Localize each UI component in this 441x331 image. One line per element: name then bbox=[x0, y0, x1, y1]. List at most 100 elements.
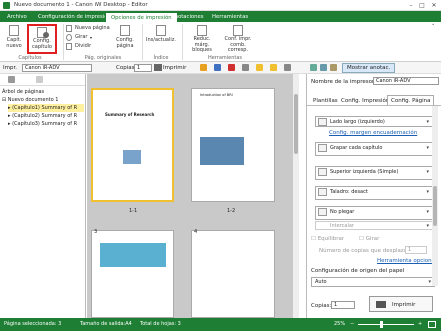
ribbon: Capít. nuevo Config. capítulo Capítulos … bbox=[0, 22, 441, 62]
maximize-button[interactable]: □ bbox=[417, 1, 427, 10]
chevron-down-icon: ▾ bbox=[426, 145, 429, 151]
settings-tab-plantillas[interactable]: Plantillas bbox=[313, 98, 338, 104]
tab-config-impresion[interactable]: Configuración de impresión bbox=[33, 12, 116, 22]
tree-root[interactable]: ⊟ Nuevo documento 1 bbox=[2, 96, 58, 104]
binding-select[interactable]: Lado largo (izquierdo) ▾ bbox=[315, 116, 433, 127]
tab-anotaciones[interactable]: Anotaciones bbox=[166, 12, 209, 22]
zoom-level: 25% bbox=[334, 321, 346, 327]
new-chapter-button[interactable]: Capít. nuevo bbox=[3, 24, 25, 50]
page-number: 4 bbox=[194, 229, 198, 235]
config-page-icon bbox=[120, 25, 130, 36]
binding-margin-link[interactable]: Config. margen encuadernación bbox=[329, 130, 417, 136]
window-title: Nuevo documento 1 - Canon iW Desktop - E… bbox=[14, 2, 148, 8]
fold-select[interactable]: No plegar ▾ bbox=[315, 206, 433, 220]
print-toolbar: Impr. Canon iR-ADV Copias 1 Imprimir bbox=[0, 62, 306, 74]
tree-chapter-3[interactable]: ▸ (Capítulo3) Summary of R bbox=[8, 120, 77, 128]
page-thumbnail-4[interactable]: 4 bbox=[191, 229, 275, 318]
icon-b[interactable] bbox=[320, 64, 327, 71]
page-photo-image bbox=[200, 137, 244, 165]
page-icon[interactable] bbox=[36, 76, 43, 83]
page-view: Summary of Research 1-1 Introduction of … bbox=[87, 74, 299, 318]
page-thumbnail-3[interactable]: 3 bbox=[91, 229, 174, 318]
rotate-button[interactable]: Girar ▾ bbox=[66, 34, 106, 42]
paper-source-select[interactable]: Auto ▾ bbox=[311, 277, 435, 287]
paper-source-title: Configuración de origen del papel bbox=[311, 268, 405, 274]
divider bbox=[63, 24, 64, 60]
note-icon[interactable] bbox=[270, 64, 277, 71]
move-icon[interactable] bbox=[8, 76, 15, 83]
printer-label: Impr. bbox=[3, 65, 17, 71]
settings-tab-impresion[interactable]: Config. Impresión bbox=[341, 98, 389, 104]
delete-icon[interactable] bbox=[228, 64, 235, 71]
equalize-checkbox[interactable]: ☐ Equilibrar bbox=[311, 236, 344, 242]
zoom-slider-handle[interactable] bbox=[380, 321, 383, 328]
new-page-button[interactable]: Nueva página bbox=[66, 25, 112, 33]
view-icon[interactable] bbox=[256, 64, 263, 71]
page-map-image bbox=[100, 243, 166, 267]
settings-icon[interactable] bbox=[284, 64, 291, 71]
output-size-status: Tamaño de salida:A4 bbox=[80, 321, 132, 327]
fold-icon bbox=[318, 208, 327, 216]
punch-icon bbox=[318, 188, 327, 196]
split-button[interactable]: Dividir bbox=[66, 43, 106, 51]
interleave-select[interactable]: Intercalar ▾ bbox=[315, 221, 433, 230]
zoom-out-button[interactable]: − bbox=[350, 318, 354, 331]
fit-page-icon[interactable] bbox=[428, 321, 436, 328]
zoom-in-button[interactable]: + bbox=[418, 318, 422, 331]
group-label-chapters: Capítulos bbox=[18, 55, 42, 61]
offset-copies-input[interactable]: 1 bbox=[405, 246, 427, 254]
printer-name-select[interactable]: Canon iR-ADV bbox=[373, 77, 439, 85]
staple-position-icon bbox=[318, 168, 327, 176]
printer-select[interactable]: Canon iR-ADV bbox=[22, 64, 92, 72]
icon-a[interactable] bbox=[310, 64, 317, 71]
settings-scrollbar[interactable] bbox=[432, 106, 438, 286]
new-page-icon bbox=[66, 25, 72, 32]
selected-page-status: Página seleccionada: 3 bbox=[4, 321, 62, 327]
app-icon bbox=[3, 2, 10, 9]
finishing-options-link[interactable]: Herramienta opciones bbox=[377, 258, 438, 264]
insert-index-button[interactable]: Ins/actualiz. bbox=[146, 24, 176, 54]
status-bar: Página seleccionada: 3 Tamaño de salida:… bbox=[0, 318, 441, 331]
combined-print-icon bbox=[233, 25, 243, 36]
divider bbox=[307, 105, 441, 106]
config-page-button[interactable]: Config. página bbox=[112, 24, 138, 54]
scroll-thumb[interactable] bbox=[433, 186, 437, 226]
group-label-tools: Herramientas bbox=[207, 55, 243, 61]
undo-icon[interactable] bbox=[214, 64, 221, 71]
page-thumbnail-1-1[interactable]: Summary of Research bbox=[91, 88, 174, 202]
title-bar: Nuevo documento 1 - Canon iW Desktop - E… bbox=[0, 0, 441, 11]
tree-chapter-1[interactable]: ▸ (Capítulo1) Summary of R bbox=[8, 104, 84, 112]
copies-input[interactable]: 1 bbox=[134, 64, 152, 72]
close-button[interactable]: ✕ bbox=[429, 1, 439, 10]
show-notes-button[interactable]: Mostrar anotac. bbox=[342, 63, 396, 73]
minimize-button[interactable]: – bbox=[406, 1, 416, 10]
printer-icon bbox=[376, 301, 386, 308]
config-chapter-button[interactable]: Config. capítulo bbox=[27, 24, 57, 54]
zoom-slider[interactable] bbox=[358, 324, 414, 325]
reduce-margin-button[interactable]: Reduc. márg. bloques bbox=[186, 24, 218, 54]
right-toolbar: Mostrar anotac. bbox=[306, 62, 441, 74]
collapse-ribbon-icon[interactable]: ˄ bbox=[432, 24, 435, 30]
tree-chapter-2[interactable]: ▸ (Capítulo2) Summary of R bbox=[8, 112, 77, 120]
page-tree-pane: Árbol de páginas ⊟ Nuevo documento 1 ▸ (… bbox=[0, 74, 86, 318]
print-button[interactable]: Imprimir bbox=[369, 296, 433, 312]
copies-input[interactable]: 1 bbox=[331, 301, 355, 309]
punch-select[interactable]: Taladro: desact ▾ bbox=[315, 186, 433, 200]
tool-icon[interactable] bbox=[242, 64, 249, 71]
staple-position-select[interactable]: Superior izquierda (Simple) ▾ bbox=[315, 166, 433, 180]
scroll-thumb[interactable] bbox=[294, 94, 298, 154]
divider bbox=[142, 24, 143, 60]
offset-checkbox[interactable]: ☐ Girar bbox=[359, 236, 379, 242]
print-icon[interactable] bbox=[154, 64, 162, 71]
binding-icon bbox=[318, 118, 327, 126]
layout-icon[interactable] bbox=[200, 64, 207, 71]
tab-herramientas[interactable]: Herramientas bbox=[207, 12, 253, 22]
chevron-down-icon: ▾ bbox=[426, 209, 429, 215]
page-thumbnail-1-2[interactable]: Introduction of BRI bbox=[191, 88, 275, 202]
tab-archivo[interactable]: Archivo bbox=[2, 12, 32, 22]
staple-select[interactable]: Grapar cada capítulo ▾ bbox=[315, 142, 433, 156]
icon-c[interactable] bbox=[330, 64, 337, 71]
print-label[interactable]: Imprimir bbox=[163, 65, 186, 71]
center-scrollbar[interactable] bbox=[293, 74, 299, 318]
combined-print-button[interactable]: Conf. impr. comb. corresp. bbox=[220, 24, 256, 54]
